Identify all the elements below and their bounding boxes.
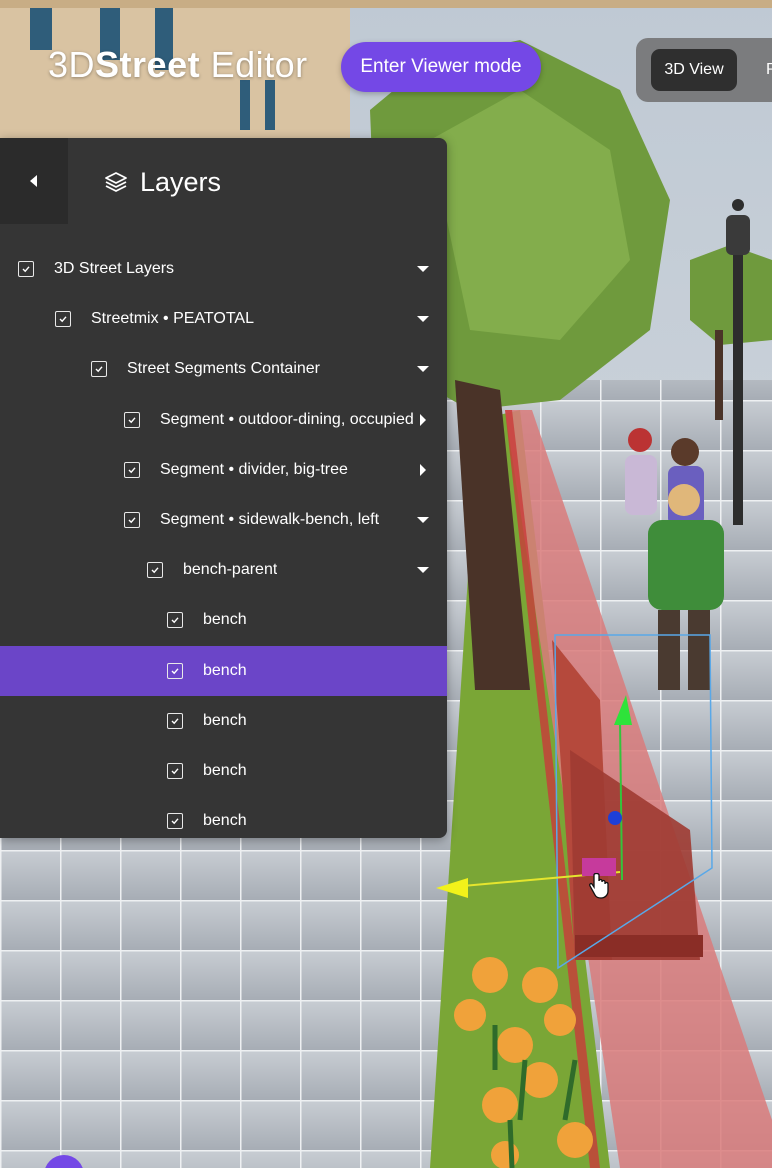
layer-row[interactable]: bench	[0, 696, 447, 746]
app-title-part-3: Editor	[200, 44, 308, 85]
layer-row[interactable]: Streetmix • PEATOTAL	[0, 294, 447, 344]
layer-visibility-checkbox[interactable]	[124, 461, 140, 478]
layer-row[interactable]: Street Segments Container	[0, 344, 447, 394]
layer-label: 3D Street Layers	[54, 260, 175, 278]
check-icon	[171, 718, 179, 725]
caret-left-icon	[30, 175, 37, 187]
caret-down-icon[interactable]	[416, 312, 430, 326]
layer-row[interactable]: Segment • sidewalk-bench, left	[0, 495, 447, 545]
layer-visibility-checkbox[interactable]	[124, 411, 140, 428]
view-mode-toggle: 3D View P	[636, 38, 772, 102]
layer-label: bench	[203, 812, 247, 830]
enter-viewer-mode-button[interactable]: Enter Viewer mode	[341, 42, 541, 92]
layer-label: Segment • sidewalk-bench, left	[160, 511, 380, 529]
layer-label: Segment • outdoor-dining, occupied	[160, 410, 414, 428]
layer-visibility-checkbox[interactable]	[167, 712, 183, 729]
app-title: 3DStreet Editor	[48, 44, 308, 86]
layer-visibility-checkbox[interactable]	[167, 662, 183, 679]
check-icon	[128, 467, 136, 474]
caret-down-icon[interactable]	[416, 262, 430, 276]
hand-cursor-icon	[589, 873, 609, 899]
layers-panel-header: Layers	[0, 138, 447, 224]
layer-visibility-checkbox[interactable]	[91, 361, 107, 378]
layer-label: bench	[203, 711, 247, 729]
layer-label: bench	[203, 761, 247, 779]
collapse-panel-button[interactable]	[0, 138, 68, 224]
app-title-part-1: 3D	[48, 44, 96, 85]
layer-label: Segment • divider, big-tree	[160, 460, 348, 478]
layer-visibility-checkbox[interactable]	[167, 762, 183, 779]
caret-down-icon[interactable]	[416, 362, 430, 376]
layer-row[interactable]: bench	[0, 746, 447, 796]
check-icon	[95, 366, 103, 373]
caret-down-icon[interactable]	[416, 563, 430, 577]
check-icon	[22, 266, 30, 273]
check-icon	[151, 567, 159, 574]
layer-row[interactable]: bench	[0, 595, 447, 645]
check-icon	[171, 818, 179, 825]
app-title-part-2: Street	[95, 44, 201, 85]
caret-right-icon[interactable]	[416, 463, 430, 477]
layer-visibility-checkbox[interactable]	[167, 612, 183, 629]
layer-row[interactable]: Segment • divider, big-tree	[0, 445, 447, 495]
layer-label: bench	[203, 611, 247, 629]
layers-icon	[105, 172, 127, 192]
check-icon	[128, 416, 136, 423]
check-icon	[128, 517, 136, 524]
layers-panel: Layers 3D Street Layers Streetmix • PEATO…	[0, 138, 447, 838]
layer-row[interactable]: bench	[0, 796, 447, 838]
layer-visibility-checkbox[interactable]	[55, 311, 71, 328]
layer-row[interactable]: 3D Street Layers	[0, 244, 447, 294]
layer-label: Street Segments Container	[127, 360, 320, 378]
layer-visibility-checkbox[interactable]	[124, 512, 140, 529]
check-icon	[171, 617, 179, 624]
view-3d-tab[interactable]: 3D View	[651, 49, 737, 91]
layer-label: bench	[203, 661, 247, 679]
layer-row[interactable]: bench	[0, 645, 447, 696]
caret-right-icon[interactable]	[416, 413, 430, 427]
layer-row[interactable]: Segment • outdoor-dining, occupied	[0, 395, 447, 445]
check-icon	[59, 316, 67, 323]
layers-tree: 3D Street Layers Streetmix • PEATOTAL Stre…	[0, 244, 447, 838]
check-icon	[171, 667, 179, 674]
layers-title-text: Layers	[140, 166, 222, 197]
layer-row[interactable]: bench-parent	[0, 545, 447, 595]
layer-visibility-checkbox[interactable]	[147, 562, 163, 579]
layer-visibility-checkbox[interactable]	[167, 813, 183, 830]
caret-down-icon[interactable]	[416, 513, 430, 527]
layer-label: bench-parent	[183, 561, 278, 579]
check-icon	[171, 768, 179, 775]
layers-panel-title: Layers	[104, 162, 221, 202]
layer-visibility-checkbox[interactable]	[18, 261, 34, 278]
view-next-tab[interactable]: P	[766, 49, 772, 91]
layer-label: Streetmix • PEATOTAL	[91, 310, 254, 328]
